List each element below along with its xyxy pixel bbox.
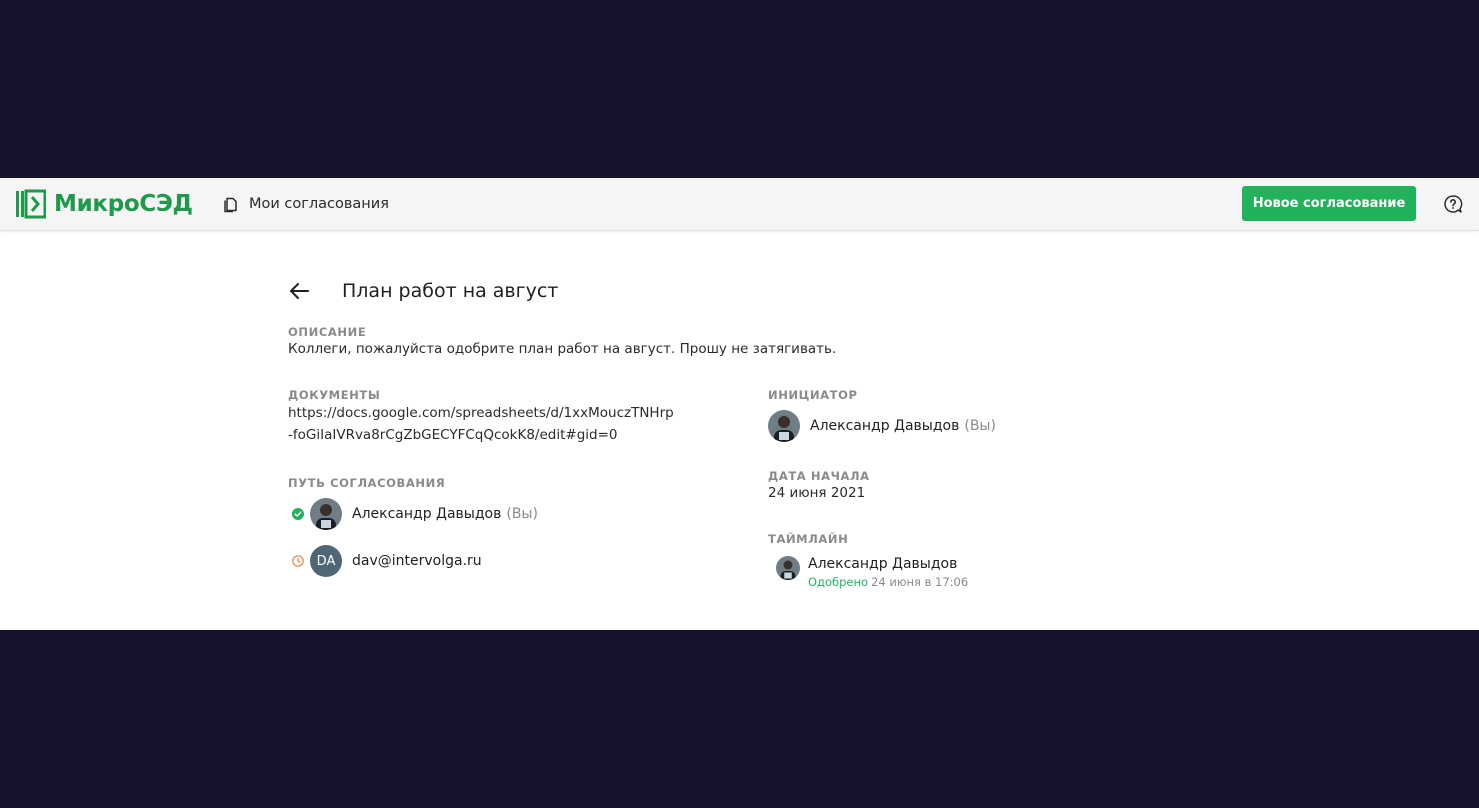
nav-my-approvals-label: Мои согласования [249,196,389,212]
logo-text: МикроСЭД [54,191,193,217]
clock-icon [292,555,304,567]
help-icon[interactable] [1443,194,1463,214]
description-text: Коллеги, пожалуйста одобрите план работ … [288,341,837,357]
initiator-name: Александр Давыдов [810,418,960,434]
timeline-entry-body: Александр Давыдов Одобрено 24 июня в 17:0… [808,556,968,589]
document-link[interactable]: https://docs.google.com/spreadsheets/d/1… [288,402,678,446]
app-window: МикроСЭД Мои согласования Новое согласов… [0,178,1479,630]
initiator-label: ИНИЦИАТОР [768,388,858,402]
you-label: (Вы) [964,418,996,434]
logo-mark-icon [16,189,46,219]
start-date-label: ДАТА НАЧАЛА [768,469,870,483]
approval-step: DA dav@intervolga.ru [292,545,482,577]
back-arrow-icon[interactable] [288,279,312,303]
timeline-entry: Александр Давыдов Одобрено 24 июня в 17:0… [776,556,968,589]
timeline-entry-status: Одобрено [808,575,869,589]
avatar [310,498,342,530]
you-label: (Вы) [506,506,538,522]
documents-icon [224,197,237,212]
documents-label: ДОКУМЕНТЫ [288,388,381,402]
top-bar: МикроСЭД Мои согласования Новое согласов… [0,178,1479,231]
new-approval-button[interactable]: Новое согласование [1242,186,1416,221]
approval-path-label: ПУТЬ СОГЛАСОВАНИЯ [288,476,446,490]
avatar [776,556,800,580]
timeline-entry-name: Александр Давыдов [808,556,958,572]
start-date-value: 24 июня 2021 [768,485,866,501]
avatar-initials: DA [310,545,342,577]
approver-name: dav@intervolga.ru [352,553,482,569]
page-title: План работ на август [342,280,559,302]
timeline-entry-meta: Одобрено 24 июня в 17:06 [808,575,968,589]
approval-step: Александр Давыдов (Вы) [292,498,538,530]
timeline-label: ТАЙМЛАЙН [768,532,849,546]
nav-my-approvals[interactable]: Мои согласования [222,193,389,215]
page-title-row: План работ на август [288,277,558,305]
description-label: ОПИСАНИЕ [288,325,367,339]
approver-name: Александр Давыдов [352,506,502,522]
timeline-entry-time: 24 июня в 17:06 [871,575,969,589]
initiator: Александр Давыдов (Вы) [768,410,996,442]
avatar [768,410,800,442]
logo[interactable]: МикроСЭД [16,188,193,220]
check-circle-icon [292,508,304,520]
